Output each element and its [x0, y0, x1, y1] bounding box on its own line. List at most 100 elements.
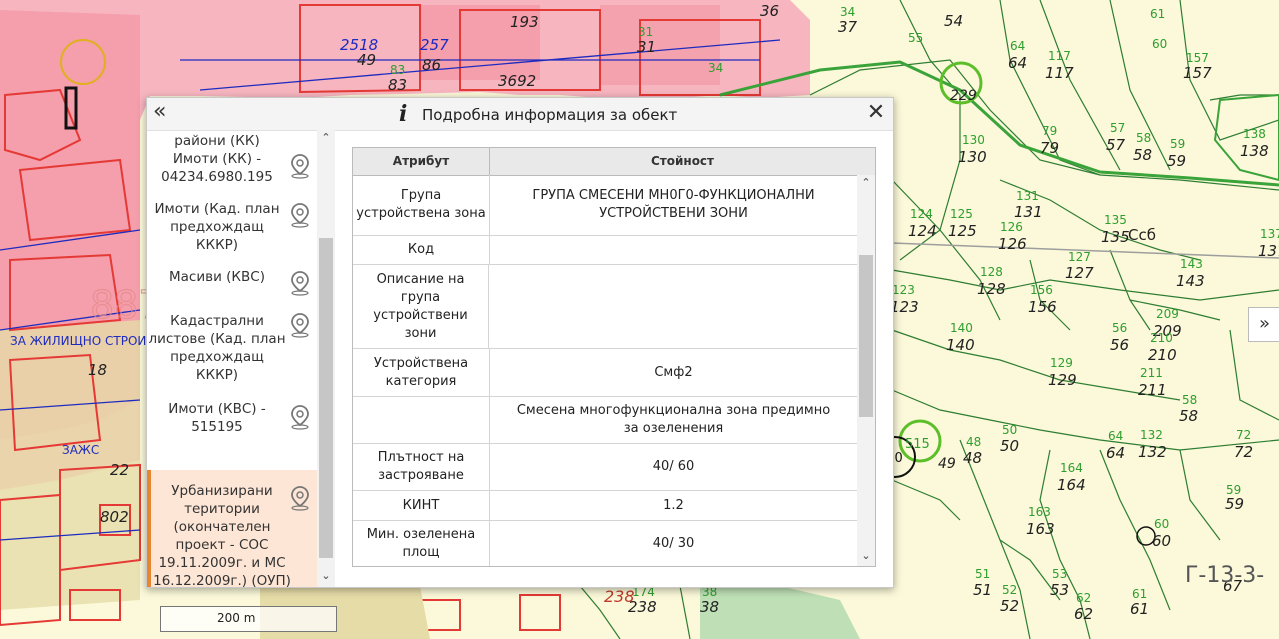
map-label: 59 — [1225, 495, 1244, 513]
map-label: Ссб — [1128, 226, 1156, 244]
layer-item[interactable]: райони (КК) — [147, 130, 317, 150]
value-cell: 1.2 — [663, 497, 684, 513]
map-label: 124 — [910, 207, 933, 221]
layer-item[interactable]: Масиви (КВС) — [147, 268, 317, 308]
column-header-attribute: Атрибут — [353, 148, 490, 175]
layer-list-scrollbar[interactable]: ⌃ ⌄ — [317, 130, 335, 587]
map-label: 57 — [1110, 121, 1125, 135]
map-label: 130 — [958, 148, 987, 166]
value-cell — [490, 236, 857, 264]
map-label: 31 — [637, 38, 656, 56]
map-label: 164 — [1060, 461, 1083, 475]
map-label: 18 — [88, 361, 107, 379]
scroll-down-icon[interactable]: ⌄ — [320, 570, 332, 582]
table-scrollbar[interactable]: ⌃ ⌄ — [857, 175, 875, 566]
map-label: 48 — [963, 449, 982, 467]
scrollbar-thumb[interactable] — [319, 238, 333, 558]
scroll-down-icon[interactable]: ⌄ — [860, 550, 872, 562]
map-label: 31 — [638, 25, 653, 39]
layer-item-label: Кадастрални листове (Кад. план предхожда… — [148, 313, 286, 383]
scroll-up-icon[interactable]: ⌃ — [860, 177, 872, 189]
close-button[interactable]: ✕ — [865, 102, 887, 124]
map-label: 50 — [1000, 437, 1019, 455]
map-label: 163 — [1028, 505, 1051, 519]
map-label: 125 — [948, 222, 977, 240]
map-label: 34 — [840, 5, 855, 19]
map-label: 54 — [944, 12, 963, 30]
location-pin-icon[interactable] — [289, 312, 311, 338]
location-pin-icon[interactable] — [289, 485, 311, 511]
table-row: КИНТ 1.2 — [353, 491, 857, 521]
attr-cell: Група устройствена зона — [353, 175, 490, 235]
layer-item[interactable]: Имоти (Кад. план предхождащ КККР) — [147, 198, 317, 258]
map-label: 64 — [1008, 54, 1027, 72]
map-label: 58 — [1133, 146, 1152, 164]
map-label: 125 — [950, 207, 973, 221]
map-label: 59 — [1167, 152, 1186, 170]
map-label: 60 — [1152, 37, 1167, 51]
table-row: Мин. озеленена площ 40/ 30 — [353, 521, 857, 566]
attr-cell: КИНТ — [353, 491, 490, 520]
value-cell — [490, 265, 857, 348]
map-label: Г-13-3- — [1185, 563, 1264, 588]
layer-item-label: Имоти (КК) - 04234.6980.195 — [161, 151, 273, 185]
map-label: 58 — [1179, 407, 1198, 425]
location-pin-icon[interactable] — [289, 153, 311, 179]
map-label: 126 — [1000, 220, 1023, 234]
map-label: 143 — [1180, 257, 1203, 271]
map-label: 59 — [1226, 483, 1241, 497]
map-label: 157 — [1183, 64, 1212, 82]
value-cell: 40/ 60 — [652, 459, 695, 474]
layer-item-label: Масиви (КВС) — [169, 269, 265, 285]
map-label: 2518 — [340, 36, 378, 54]
map-label: 53 — [1050, 581, 1069, 599]
map-label: 137 — [1258, 242, 1279, 260]
map-label: 129 — [1050, 356, 1073, 370]
map-label: 61 — [1130, 600, 1149, 618]
map-label: 48 — [966, 435, 981, 449]
map-label: 36 — [760, 2, 779, 20]
map-label: 156 — [1030, 283, 1053, 297]
layer-item[interactable]: Имоти (КВС) - 515195 — [147, 400, 317, 442]
location-pin-icon[interactable] — [289, 404, 311, 430]
collapse-button[interactable]: « — [153, 101, 175, 124]
map-label: 209 — [1156, 307, 1179, 321]
map-label: 123 — [892, 283, 915, 297]
layer-item-label: Урбанизирани територии (окончателен прое… — [153, 483, 291, 587]
map-label: 64 — [1108, 429, 1123, 443]
panel-title: Подробна информация за обект — [422, 106, 678, 124]
expand-panel-button[interactable]: » — [1248, 307, 1279, 342]
map-label: 132 — [1140, 428, 1163, 442]
map-label: 57 — [1106, 136, 1126, 154]
scrollbar-thumb[interactable] — [859, 255, 873, 417]
map-label: 62 — [1076, 591, 1091, 605]
map-label: 802 — [100, 508, 129, 526]
layer-item-active[interactable]: Урбанизирани територии (окончателен прое… — [147, 470, 317, 587]
map-label: 132 — [1138, 443, 1167, 461]
map-label: 238 — [628, 598, 657, 616]
map-label: 211 — [1140, 366, 1163, 380]
location-pin-icon[interactable] — [289, 270, 311, 296]
scroll-up-icon[interactable]: ⌃ — [320, 132, 332, 144]
map-label: 130 — [962, 133, 985, 147]
map-label: 37 — [838, 18, 858, 36]
map-label: 49 — [938, 456, 956, 472]
layer-item[interactable]: Кадастрални листове (Кад. план предхожда… — [147, 312, 317, 392]
map-label: 53 — [1052, 567, 1067, 581]
map-label: 128 — [977, 280, 1006, 298]
map-label: 163 — [1026, 520, 1055, 538]
map-label: 135 — [1104, 213, 1127, 227]
map-label: 61 — [1150, 7, 1165, 21]
location-pin-icon[interactable] — [289, 202, 311, 228]
map-label: ЗАЖС — [62, 443, 99, 457]
attr-cell: Код — [353, 236, 490, 264]
map-label: 50 — [1002, 423, 1017, 437]
attr-cell — [353, 397, 490, 443]
map-label: 210 — [1150, 331, 1173, 345]
map-label: 58 — [1136, 131, 1151, 145]
value-cell: Смф2 — [654, 364, 693, 380]
map-label: 164 — [1057, 476, 1086, 494]
layer-item[interactable]: Имоти (КК) - 04234.6980.195 — [147, 148, 317, 190]
map-label: 257 — [420, 36, 449, 54]
map-label: 64 — [1010, 39, 1025, 53]
